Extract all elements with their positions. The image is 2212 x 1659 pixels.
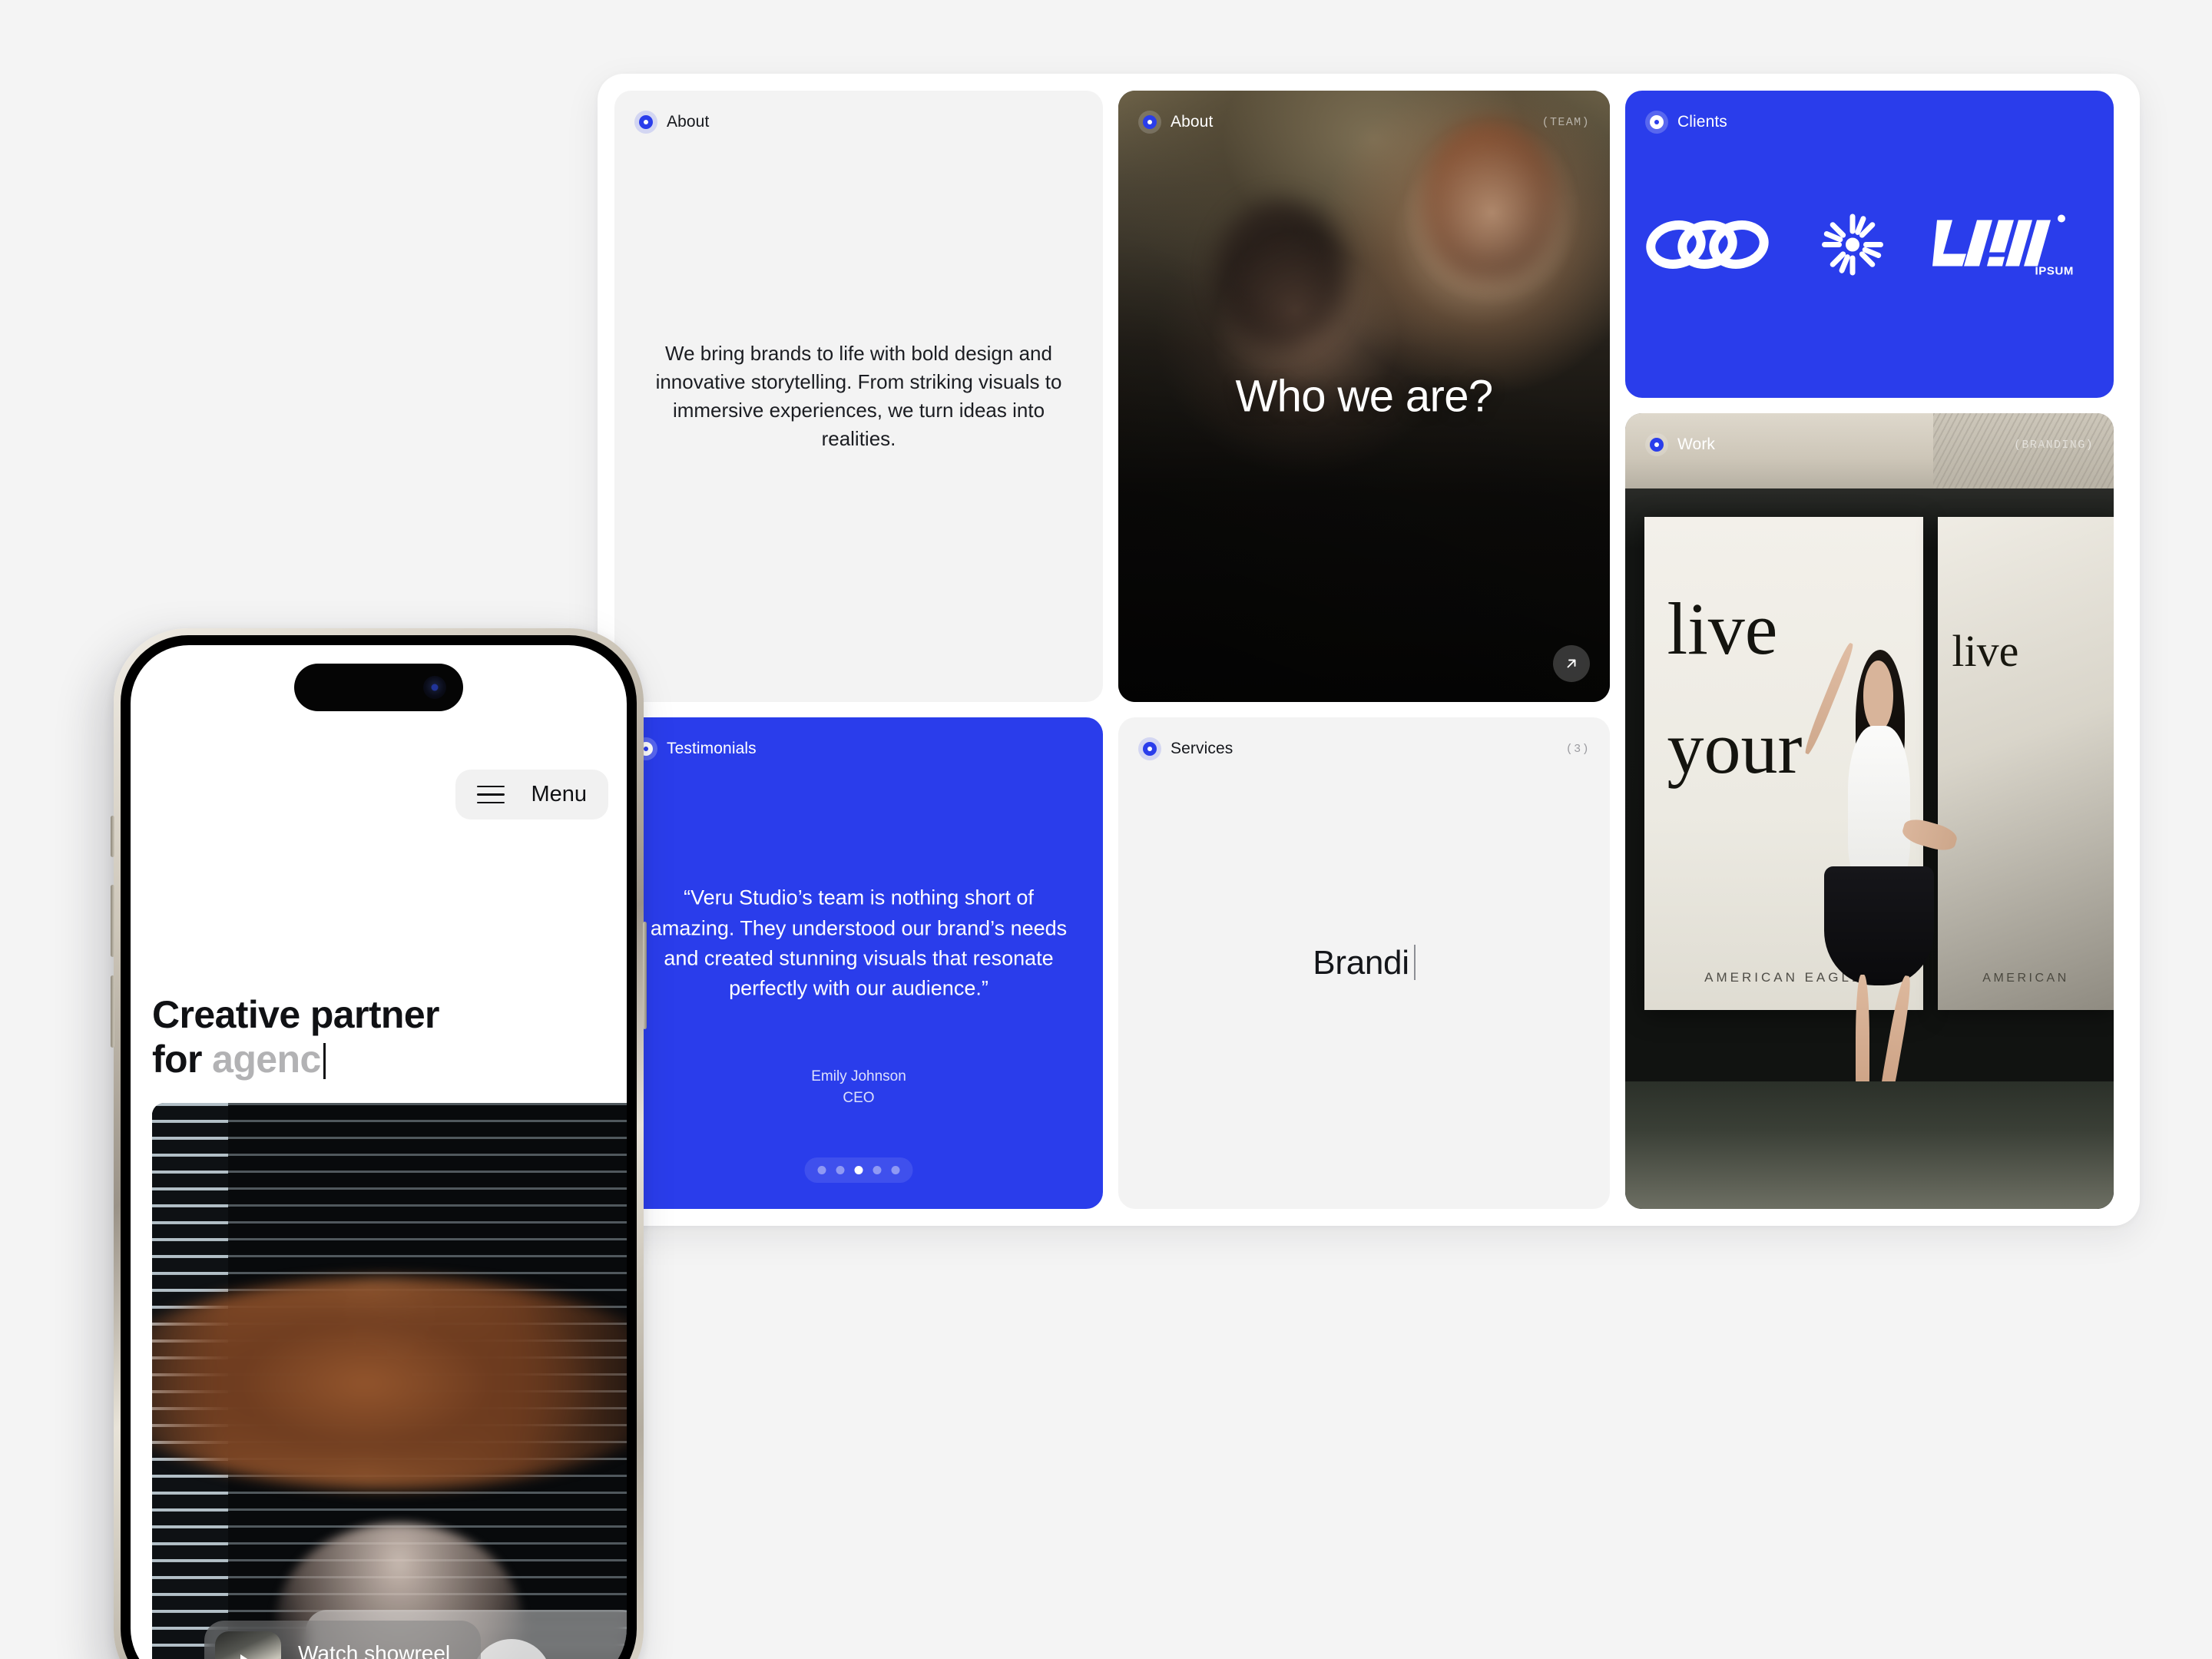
text-caret xyxy=(1413,944,1416,980)
dancer-skirt xyxy=(1824,866,1934,985)
ipsum-wordmark: IPSUM xyxy=(2035,264,2074,278)
testimonial-author-name: Emily Johnson xyxy=(811,1068,906,1085)
services-typed-value: Brandi xyxy=(1313,944,1409,982)
testimonial-author-role: CEO xyxy=(843,1089,875,1106)
card-tag: (TEAM) xyxy=(1541,115,1590,129)
card-work[interactable]: live your AMERICAN EAGLE live AMERICAN W… xyxy=(1625,413,2114,1209)
card-testimonials[interactable]: Testimonials “Veru Studio’s team is noth… xyxy=(614,717,1103,1209)
asterisk-burst-logo xyxy=(1822,214,1883,275)
hero-line-2-typed: agenc xyxy=(212,1038,321,1081)
carousel-dots[interactable] xyxy=(804,1157,913,1183)
card-header: Work (BRANDING) xyxy=(1645,433,2094,456)
card-title: Testimonials xyxy=(667,740,757,757)
card-header-left: About xyxy=(1138,111,1213,134)
hero-line-2-static: for xyxy=(152,1038,213,1081)
watch-showreel-button[interactable]: Watch showreel 2019-24 xyxy=(204,1621,482,1659)
card-title: Clients xyxy=(1677,113,1727,131)
team-photo-figure-right xyxy=(1422,121,1556,280)
card-title: About xyxy=(1171,113,1214,131)
hamburger-icon xyxy=(477,785,505,804)
phone-mockup-frame: Menu Creative partner for agenc Watch sh… xyxy=(111,628,647,1659)
bottom-sheet-knob[interactable] xyxy=(472,1639,551,1659)
testimonial-quote: “Veru Studio’s team is nothing short of … xyxy=(650,886,1068,1000)
card-header: Services (3) xyxy=(1138,737,1590,760)
phone-screen: Menu Creative partner for agenc xyxy=(131,645,627,1659)
dot-badge-icon xyxy=(1645,433,1668,456)
hero-line-1: Creative partner xyxy=(152,993,440,1036)
card-header-left: Work xyxy=(1645,433,1715,456)
infinity-loop-logo xyxy=(1646,220,1769,269)
ipsum-bars-logo: IPSUM xyxy=(1932,210,2078,280)
hero-video-image[interactable] xyxy=(152,1103,627,1659)
phone-power-button[interactable] xyxy=(643,922,647,1029)
card-title: Services xyxy=(1171,740,1233,757)
phone-bezel: Menu Creative partner for agenc xyxy=(121,635,637,1659)
dot-badge-icon xyxy=(634,111,657,134)
carousel-dot[interactable] xyxy=(836,1166,845,1174)
card-header-left: Clients xyxy=(1645,111,1727,134)
carousel-dot[interactable] xyxy=(817,1166,826,1174)
dot-badge-icon xyxy=(1138,111,1161,134)
testimonial-author: Emily Johnson CEO xyxy=(614,1066,1103,1108)
phone-volume-down-button[interactable] xyxy=(111,975,114,1048)
front-camera-icon xyxy=(423,676,446,699)
showreel-text: Watch showreel 2019-24 xyxy=(298,1641,450,1659)
card-header: About (TEAM) xyxy=(1138,111,1590,134)
client-logo-strip: IPSUM xyxy=(1642,210,2114,280)
menu-button-label: Menu xyxy=(531,782,587,806)
work-photo-image: live your AMERICAN EAGLE live AMERICAN xyxy=(1625,413,2114,1209)
phone-volume-up-button[interactable] xyxy=(111,885,114,957)
card-header-left: Services xyxy=(1138,737,1233,760)
card-about-team[interactable]: About (TEAM) Who we are? xyxy=(1118,91,1610,702)
dancer-arm-raised xyxy=(1802,641,1856,756)
work-photo-ground xyxy=(1625,1081,2114,1209)
play-icon xyxy=(240,1654,256,1659)
dancer-torso xyxy=(1848,725,1911,888)
card-header: Testimonials xyxy=(634,737,1083,760)
card-title: About xyxy=(667,113,710,131)
hero-heading: Creative partner for agenc xyxy=(152,992,605,1081)
card-about-text[interactable]: About We bring brands to life with bold … xyxy=(614,91,1103,702)
services-typed-text: Brandi xyxy=(1118,944,1610,982)
card-tag: (BRANDING) xyxy=(2013,438,2094,452)
card-clients[interactable]: Clients IPSUM xyxy=(1625,91,2114,398)
showreel-thumbnail xyxy=(215,1631,281,1659)
carousel-dot[interactable] xyxy=(873,1166,882,1174)
team-photo-figure-left xyxy=(1217,200,1345,348)
about-body-text: We bring brands to life with bold design… xyxy=(655,342,1062,450)
carousel-dot[interactable] xyxy=(891,1166,900,1174)
card-header-left: Testimonials xyxy=(634,737,757,760)
menu-button[interactable]: Menu xyxy=(455,770,608,820)
team-headline: Who we are? xyxy=(1235,371,1493,422)
card-title: Work xyxy=(1677,435,1716,453)
bento-grid: About We bring brands to life with bold … xyxy=(614,91,2123,1209)
dynamic-island xyxy=(294,664,463,711)
dot-badge-icon xyxy=(1138,737,1161,760)
hero-subject-hair xyxy=(152,1278,627,1488)
desktop-mockup-frame: About We bring brands to life with bold … xyxy=(598,74,2140,1226)
phone-mute-switch[interactable] xyxy=(111,816,114,857)
dancer-head xyxy=(1863,660,1893,731)
showreel-title: Watch showreel xyxy=(298,1641,451,1659)
card-count: (3) xyxy=(1565,742,1590,756)
card-header-left: About xyxy=(634,111,709,134)
carousel-dot[interactable] xyxy=(854,1166,863,1174)
card-services[interactable]: Services (3) Brandi xyxy=(1118,717,1610,1209)
text-caret xyxy=(323,1042,326,1079)
card-header: About xyxy=(634,111,1083,134)
dot-badge-icon xyxy=(1645,111,1668,134)
arrow-up-right-icon[interactable] xyxy=(1553,645,1590,682)
poster-line-1: live xyxy=(1667,588,1778,671)
card-header: Clients xyxy=(1645,111,2094,134)
